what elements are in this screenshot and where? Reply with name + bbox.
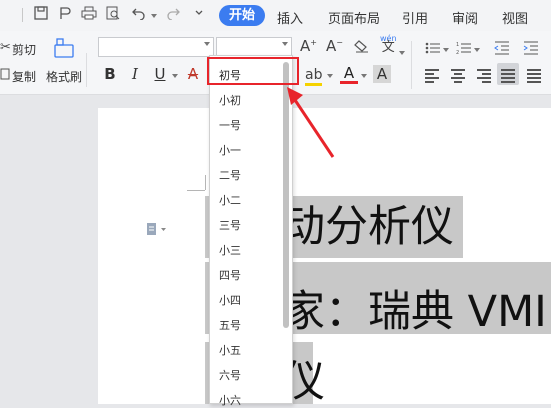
tab-view[interactable]: 视图	[502, 8, 528, 27]
font-color-dropdown-icon[interactable]	[361, 74, 367, 78]
tab-page-layout[interactable]: 页面布局	[328, 8, 380, 27]
font-size-option[interactable]: 四号	[219, 267, 241, 283]
grow-font-icon[interactable]: A+	[300, 37, 317, 55]
shrink-font-icon[interactable]: A−	[326, 37, 343, 55]
svg-text:1: 1	[456, 42, 459, 48]
strikethrough-button[interactable]: A	[184, 65, 202, 83]
annotation-highlight-box	[207, 57, 299, 85]
group-divider	[411, 41, 412, 89]
font-size-option[interactable]: 二号	[219, 167, 241, 183]
group-divider	[86, 53, 87, 87]
print-preview-icon[interactable]	[104, 6, 122, 24]
font-size-option[interactable]: 一号	[219, 117, 241, 133]
font-color-button[interactable]: A	[340, 65, 358, 84]
align-left-icon[interactable]	[425, 69, 439, 85]
tab-start[interactable]: 开始	[219, 5, 266, 26]
tab-insert[interactable]: 插入	[277, 8, 303, 27]
font-size-option[interactable]: 三号	[219, 217, 241, 233]
align-center-icon[interactable]	[451, 69, 465, 85]
font-size-option[interactable]: 小二	[219, 192, 241, 208]
save-icon[interactable]	[32, 6, 50, 24]
font-size-option[interactable]: 小一	[219, 142, 241, 158]
copy-icon[interactable]	[0, 68, 10, 83]
format-painter-button[interactable]: 格式刷	[46, 68, 82, 85]
undo-icon[interactable]	[130, 6, 148, 24]
font-size-select[interactable]	[216, 37, 292, 57]
tab-bar: 开始 插入 页面布局 引用 审阅 视图	[0, 0, 551, 31]
separator	[22, 8, 23, 22]
pinyin-guide-icon[interactable]: wén 文	[380, 34, 397, 55]
font-size-option[interactable]: 小六	[219, 392, 241, 408]
font-size-option[interactable]: 六号	[219, 367, 241, 383]
crop-mark	[187, 190, 205, 191]
pinyin-dropdown-icon[interactable]	[399, 51, 405, 55]
distributed-align-icon[interactable]	[527, 69, 541, 85]
underline-button[interactable]: U	[151, 65, 169, 83]
font-name-select[interactable]	[98, 37, 214, 57]
underline-dropdown-icon[interactable]	[172, 74, 178, 78]
export-icon[interactable]	[56, 6, 74, 24]
font-size-option[interactable]: 小三	[219, 242, 241, 258]
highlight-icon[interactable]: ab	[305, 67, 323, 86]
clear-format-icon[interactable]	[353, 39, 369, 56]
annotation-arrow-icon	[287, 87, 335, 158]
tab-review[interactable]: 审阅	[452, 8, 478, 27]
cut-button[interactable]: 剪切	[12, 41, 36, 58]
increase-indent-icon[interactable]	[523, 41, 539, 58]
font-size-option[interactable]: 小初	[219, 92, 241, 108]
font-size-dropdown[interactable]: 初号 小初 一号 小一 二号 小二 三号 小三 四号 小四 五号 小五 六号 小六	[209, 55, 293, 407]
crop-mark	[205, 175, 206, 190]
font-size-option[interactable]: 小四	[219, 292, 241, 308]
paragraph-options-icon[interactable]	[146, 222, 168, 239]
decrease-indent-icon[interactable]	[494, 41, 510, 58]
document-line-1[interactable]: 动分析仪	[282, 206, 454, 249]
bullets-icon[interactable]	[425, 41, 441, 58]
undo-dropdown-icon[interactable]	[151, 14, 157, 18]
bullets-dropdown-icon[interactable]	[443, 48, 449, 52]
tab-references[interactable]: 引用	[402, 8, 428, 27]
pinyin-bottom-text: 文	[381, 40, 395, 55]
numbering-icon[interactable]: 12	[456, 41, 472, 58]
font-size-option[interactable]: 五号	[219, 317, 241, 333]
justify-icon	[501, 69, 515, 85]
more-chevron-icon[interactable]	[190, 6, 208, 24]
numbering-dropdown-icon[interactable]	[474, 48, 480, 52]
bold-button[interactable]: B	[101, 65, 119, 83]
scissors-icon[interactable]: ✂	[0, 40, 11, 55]
svg-text:2: 2	[456, 50, 459, 55]
copy-button[interactable]: 复制	[12, 68, 36, 85]
italic-button[interactable]: I	[126, 65, 144, 83]
document-line-2[interactable]: 家：瑞典 VMI	[282, 291, 547, 334]
highlight-dropdown-icon[interactable]	[327, 74, 333, 78]
print-icon[interactable]	[80, 6, 98, 24]
justify-button[interactable]	[497, 63, 519, 85]
redo-icon[interactable]	[164, 6, 182, 24]
format-painter-icon[interactable]	[53, 37, 75, 64]
align-right-icon[interactable]	[477, 69, 491, 85]
font-size-option[interactable]: 小五	[219, 342, 241, 358]
char-shading-button[interactable]: A	[373, 65, 391, 83]
